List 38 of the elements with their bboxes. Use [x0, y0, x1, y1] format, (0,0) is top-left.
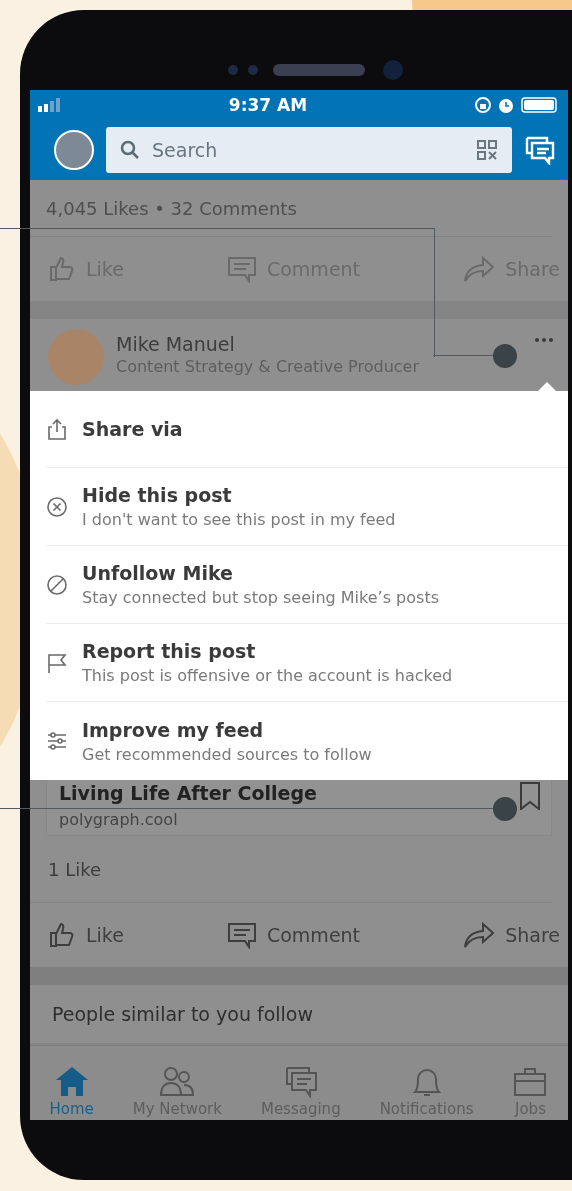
sliders-icon	[46, 730, 68, 752]
share-arrow-icon	[463, 921, 496, 949]
thumbs-up-icon	[48, 921, 76, 949]
profile-avatar[interactable]	[54, 129, 94, 170]
link-title: Living Life After College	[59, 782, 317, 804]
status-time: 9:37 AM	[228, 94, 308, 115]
prohibited-icon	[46, 573, 68, 596]
comment-icon	[226, 921, 257, 949]
more-icon[interactable]	[534, 337, 554, 343]
menu-item[interactable]: Improve my feed Get recommended sources to follow	[46, 702, 568, 780]
nav-tab[interactable]: Home	[49, 1064, 94, 1118]
comment-button[interactable]: Comment	[226, 921, 361, 949]
menu-item[interactable]: Share via	[46, 391, 568, 468]
menu-item[interactable]: Unfollow Mike Stay connected but stop seeing Mike’s posts	[46, 546, 568, 624]
signal-icon	[38, 97, 62, 112]
bookmark-icon[interactable]	[519, 782, 541, 810]
menu-item[interactable]: Hide this post I don't want to see this post in my feed	[46, 468, 568, 546]
menu-item[interactable]: Report this post This post is offensive or the account is hacked	[46, 624, 568, 702]
flag-icon	[46, 651, 68, 674]
close-circle-icon	[46, 495, 68, 518]
share-button[interactable]: Share	[463, 921, 560, 949]
qr-code-icon[interactable]	[476, 138, 498, 161]
thumbs-up-icon	[48, 255, 76, 283]
post-stats: 4,045 Likes • 32 Comments	[46, 197, 297, 219]
like-count: 1 Like	[48, 858, 102, 880]
search-bar[interactable]: Search	[106, 126, 512, 173]
like-button[interactable]: Like	[48, 921, 124, 949]
author-avatar	[48, 329, 104, 385]
link-card[interactable]: Living Life After College polygraph.cool	[46, 780, 552, 836]
comment-icon	[226, 255, 257, 283]
search-icon	[120, 139, 140, 160]
people-icon	[159, 1064, 196, 1098]
messages-icon[interactable]	[524, 134, 556, 165]
section-heading: People similar to you follow	[52, 1003, 313, 1025]
link-domain: polygraph.cool	[59, 810, 179, 829]
share-icon	[46, 418, 68, 440]
share-arrow-icon	[463, 255, 496, 283]
author-name: Mike Manuel	[116, 333, 236, 355]
